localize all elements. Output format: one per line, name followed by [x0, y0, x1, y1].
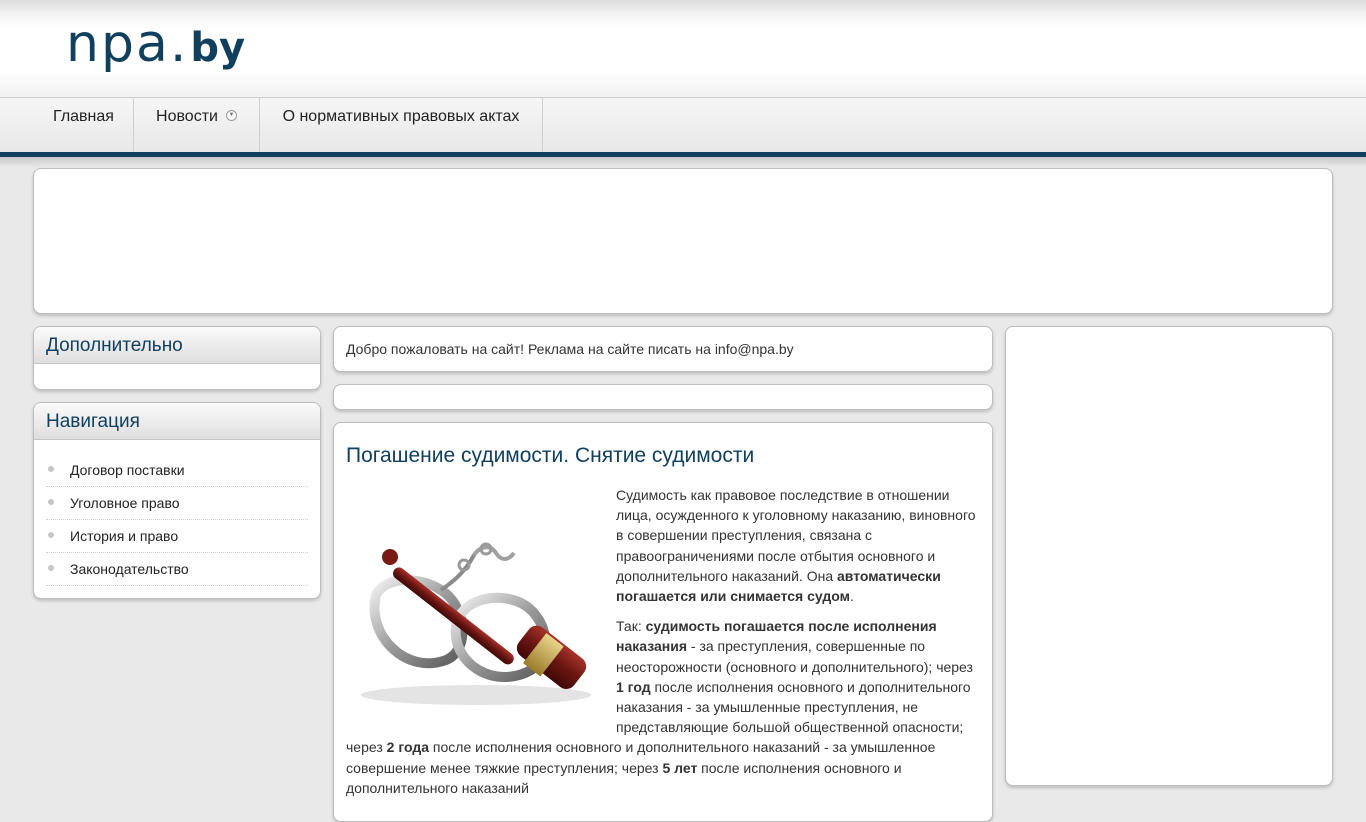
- text-run-bold: 2 года: [386, 739, 430, 756]
- nav-item-legislation[interactable]: Законодательство: [46, 553, 308, 586]
- main-menu: Главная Новости ▼ О нормативных правовых …: [0, 97, 1366, 153]
- nav-item-criminal-law[interactable]: Уголовное право: [46, 487, 308, 520]
- text-run: .: [849, 588, 854, 605]
- nav-item-label: Законодательство: [70, 561, 189, 577]
- bullet-icon: [48, 565, 54, 571]
- menu-item-home[interactable]: Главная: [34, 98, 134, 153]
- sidebar-navigation-title: Навигация: [34, 403, 320, 440]
- banner-area: [33, 168, 1333, 314]
- logo-text-main: npa: [66, 14, 170, 74]
- right-sidebar-block: [1005, 326, 1333, 786]
- menu-item-home-label: Главная: [53, 108, 114, 125]
- menu-item-about[interactable]: О нормативных правовых актах: [260, 98, 543, 153]
- site-header: npa.by: [0, 0, 1366, 97]
- article-title[interactable]: Погашение судимости. Снятие судимости: [346, 444, 754, 468]
- chevron-down-icon: ▼: [225, 110, 237, 122]
- sidebar-extra-block: Дополнительно: [33, 326, 321, 390]
- bullet-icon: [48, 532, 54, 538]
- nav-item-history-law[interactable]: История и право: [46, 520, 308, 553]
- menu-item-news-label: Новости: [156, 108, 218, 125]
- nav-item-label: Уголовное право: [70, 495, 180, 511]
- article-body: Судимость как правовое последствие в отн…: [346, 485, 982, 808]
- nav-item-supply-contract[interactable]: Договор поставки: [46, 454, 308, 487]
- logo-text-domain: by: [190, 25, 246, 71]
- empty-content-block: [333, 384, 993, 410]
- nav-item-label: История и право: [70, 528, 179, 544]
- gavel-handcuffs-image: [361, 542, 591, 705]
- menu-item-about-label: О нормативных правовых актах: [282, 108, 520, 125]
- navigation-list: Договор поставки Уголовное право История…: [34, 440, 320, 586]
- sidebar-extra-title: Дополнительно: [34, 327, 320, 364]
- site-logo[interactable]: npa.by: [66, 14, 245, 74]
- bullet-icon: [48, 466, 54, 472]
- article-block: Погашение судимости. Снятие судимости Су…: [333, 422, 993, 822]
- welcome-block: Добро пожаловать на сайт! Реклама на сай…: [333, 326, 993, 372]
- nav-item-label: Договор поставки: [70, 462, 185, 478]
- menu-item-news[interactable]: Новости ▼: [134, 98, 260, 153]
- text-run: Так:: [616, 618, 646, 635]
- sidebar-navigation-block: Навигация Договор поставки Уголовное пра…: [33, 402, 321, 599]
- bullet-icon: [48, 499, 54, 505]
- text-run-bold: 1 год: [616, 678, 651, 695]
- welcome-text: Добро пожаловать на сайт! Реклама на сай…: [346, 341, 794, 357]
- menu-shadow: [0, 157, 1366, 167]
- logo-dot: .: [169, 14, 189, 74]
